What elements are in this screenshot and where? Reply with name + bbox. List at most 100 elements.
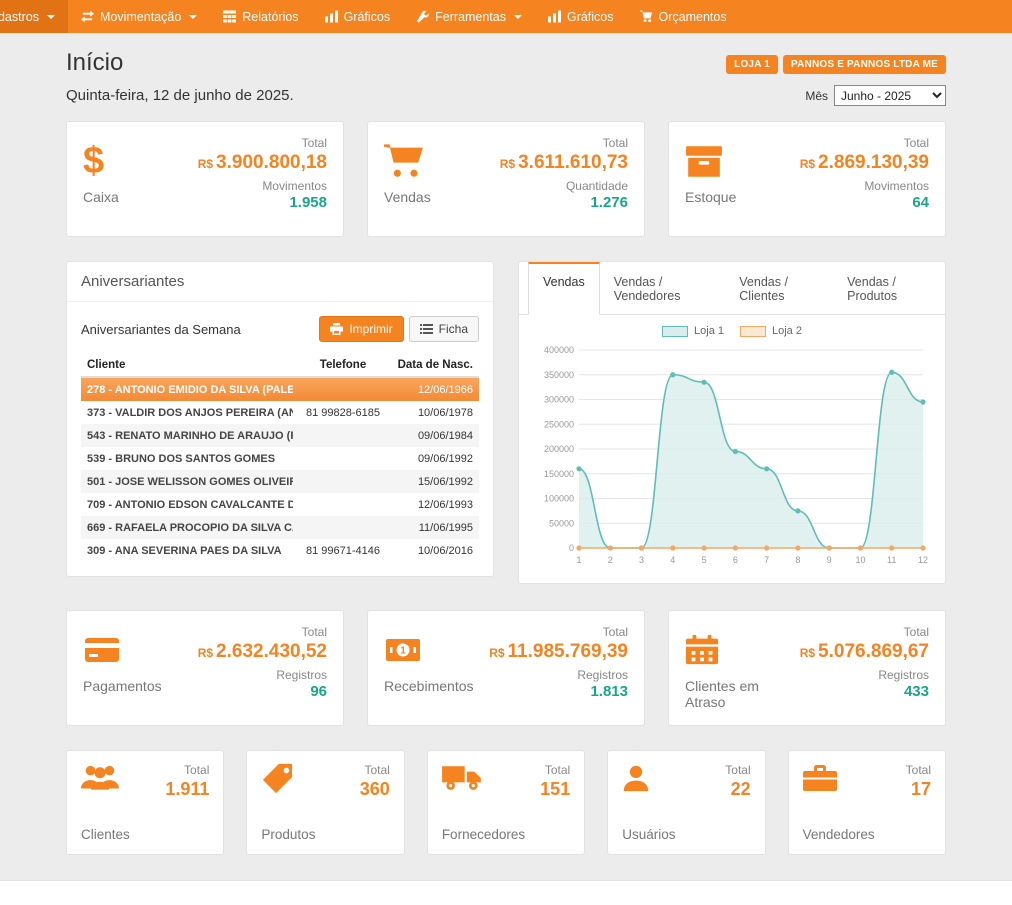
count-label: Quantidade (500, 179, 628, 193)
svg-text:7: 7 (764, 555, 769, 565)
calendar-icon (685, 629, 719, 671)
table-row[interactable]: 373 - VALDIR DOS ANJOS PEREIRA (AN...81 … (81, 401, 479, 424)
nav-label: Movimentação (100, 10, 181, 24)
tag-icon (261, 763, 293, 800)
stat-label: Vendas (384, 189, 431, 205)
stat-label: Clientes em Atraso (685, 678, 800, 710)
tab-vendas[interactable]: Vendas (528, 262, 600, 315)
nav-item-orcamentos[interactable]: Orçamentos (627, 0, 740, 33)
total-label: Total (800, 136, 929, 150)
nav-item-relatorios[interactable]: Relatórios (210, 0, 311, 33)
mini-card-produtos: Total 360 Produtos (246, 750, 404, 855)
tab-vendas-vendedores[interactable]: Vendas / Vendedores (600, 262, 726, 314)
total-label: Total (540, 763, 570, 777)
chart-legend: Loja 1 Loja 2 (531, 325, 933, 337)
nav-item-movimentacao[interactable]: Movimentação (68, 0, 210, 33)
tab-vendas-clientes[interactable]: Vendas / Clientes (725, 262, 833, 314)
svg-text:1: 1 (576, 555, 581, 565)
mini-card-vendedores: Total 17 Vendedores (788, 750, 946, 855)
tab-vendas-produtos[interactable]: Vendas / Produtos (833, 262, 945, 314)
table-header: Cliente Telefone Data de Nasc. (81, 354, 479, 378)
nav-item-cadastros[interactable]: Cadastros (0, 0, 68, 33)
birthdays-subtitle: Aniversariantes da Semana (81, 322, 241, 337)
ficha-button[interactable]: Ficha (409, 316, 479, 342)
svg-text:3: 3 (639, 555, 644, 565)
page-title: Início (66, 49, 123, 77)
svg-text:300000: 300000 (544, 395, 574, 405)
count-value: 433 (800, 683, 929, 700)
total-label: Total (198, 136, 327, 150)
current-date: Quinta-feira, 12 de junho de 2025. (66, 87, 294, 104)
archive-box-icon (685, 140, 723, 182)
list-lines-icon (420, 323, 433, 335)
exchange-icon (81, 10, 94, 23)
total-value: R$5.076.869,67 (800, 641, 929, 663)
total-value: R$3.611.610,73 (500, 152, 628, 174)
print-button[interactable]: Imprimir (319, 316, 403, 342)
birthdays-title: Aniversariantes (67, 262, 493, 302)
mini-card-fornecedores: Total 151 Fornecedores (427, 750, 585, 855)
month-select[interactable]: Junho - 2025 (834, 85, 946, 106)
table-row[interactable]: 709 - ANTONIO EDSON CAVALCANTE D...12/06… (81, 493, 479, 516)
nav-item-graficos-2[interactable]: Gráficos (535, 0, 627, 33)
total-label: Total (906, 763, 931, 777)
mini-label: Produtos (261, 827, 389, 842)
svg-text:6: 6 (733, 555, 738, 565)
table-row[interactable]: 278 - ANTONIO EMIDIO DA SILVA (PALE...12… (81, 378, 479, 401)
total-value: R$3.900.800,18 (198, 152, 327, 174)
money-bill-icon: 1 (384, 629, 422, 671)
svg-text:8: 8 (795, 555, 800, 565)
nav-item-ferramentas[interactable]: Ferramentas (403, 0, 535, 33)
stat-label: Caixa (83, 189, 119, 205)
total-label: Total (800, 625, 929, 639)
briefcase-icon (803, 763, 837, 800)
nav-item-graficos-1[interactable]: Gráficos (312, 0, 404, 33)
svg-text:400000: 400000 (544, 345, 574, 355)
mini-label: Clientes (81, 827, 209, 842)
total-value: 151 (540, 779, 570, 800)
count-value: 1.276 (500, 194, 628, 211)
count-label: Registros (198, 668, 327, 682)
total-label: Total (165, 763, 209, 777)
chevron-down-icon (47, 15, 55, 19)
legend-item[interactable]: Loja 1 (662, 325, 724, 337)
count-value: 96 (198, 683, 327, 700)
stat-card-estoque: Estoque Total R$2.869.130,39 Movimentos … (668, 121, 946, 237)
stat-label: Recebimentos (384, 678, 474, 694)
table-row[interactable]: 669 - RAFAELA PROCOPIO DA SILVA CA...11/… (81, 516, 479, 539)
dollar-icon: $ (83, 140, 104, 182)
nav-label: Gráficos (567, 10, 614, 24)
count-value: 1.813 (489, 683, 628, 700)
nav-label: Ferramentas (435, 10, 506, 24)
legend-label: Loja 1 (694, 325, 724, 337)
legend-swatch (740, 326, 766, 337)
total-value: 360 (360, 779, 390, 800)
total-label: Total (725, 763, 750, 777)
table-row[interactable]: 501 - JOSE WELISSON GOMES OLIVEIR...15/0… (81, 470, 479, 493)
total-label: Total (198, 625, 327, 639)
company-badge: PANNOS E PANNOS LTDA ME (783, 55, 946, 74)
svg-text:10: 10 (855, 555, 865, 565)
chevron-down-icon (514, 15, 522, 19)
svg-text:2: 2 (608, 555, 613, 565)
svg-text:4: 4 (670, 555, 675, 565)
wrench-icon (416, 10, 429, 23)
total-label: Total (500, 136, 628, 150)
table-row[interactable]: 543 - RENATO MARINHO DE ARAUJO (F...09/0… (81, 424, 479, 447)
svg-text:150000: 150000 (544, 469, 574, 479)
birthdays-panel: Aniversariantes Aniversariantes da Seman… (66, 261, 494, 577)
table-row[interactable]: 309 - ANA SEVERINA PAES DA SILVA81 99671… (81, 539, 479, 562)
total-value: R$2.869.130,39 (800, 152, 929, 174)
users-icon (81, 763, 119, 800)
count-label: Movimentos (198, 179, 327, 193)
header-badges: LOJA 1 PANNOS E PANNOS LTDA ME (726, 55, 946, 74)
month-label: Mês (805, 89, 828, 103)
chevron-down-icon (189, 15, 197, 19)
legend-item[interactable]: Loja 2 (740, 325, 802, 337)
total-label: Total (489, 625, 628, 639)
table-row[interactable]: 539 - BRUNO DOS SANTOS GOMES09/06/1992 (81, 447, 479, 470)
main-content: Início LOJA 1 PANNOS E PANNOS LTDA ME Qu… (66, 33, 946, 855)
table-icon (223, 10, 236, 23)
stat-card-pagamentos: Pagamentos Total R$2.632.430,52 Registro… (66, 610, 344, 726)
cart-icon (640, 10, 653, 23)
